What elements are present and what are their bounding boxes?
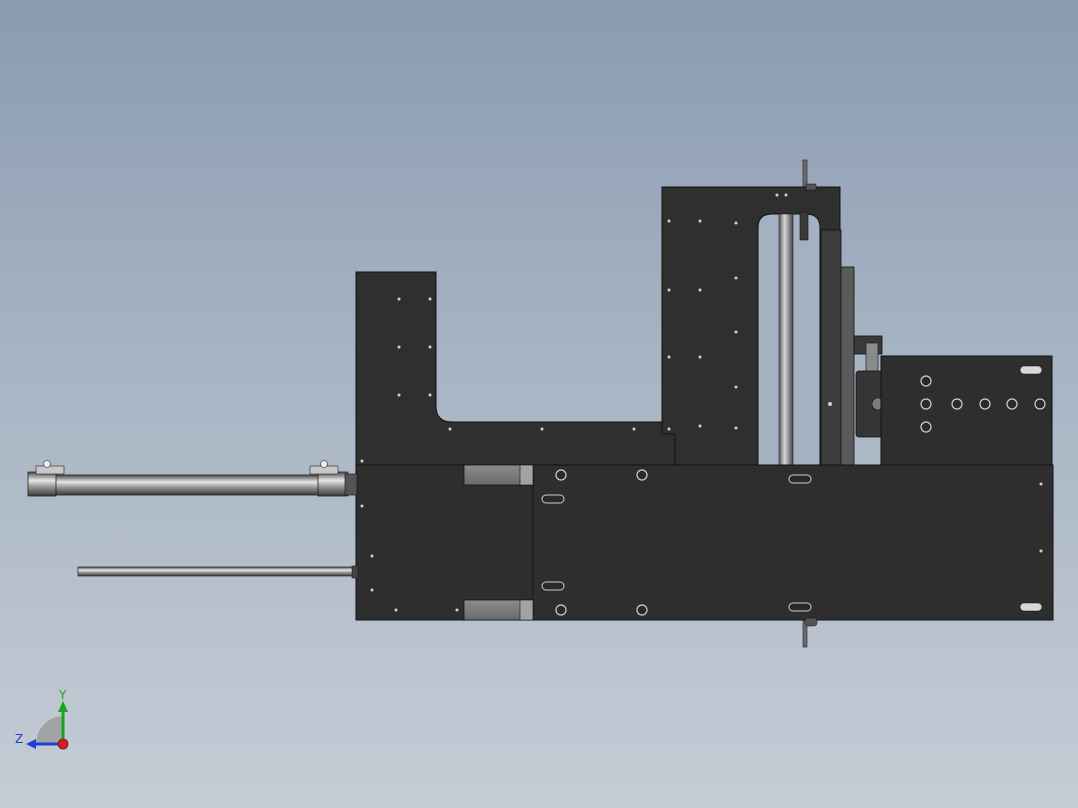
right-mounting-plate[interactable] <box>880 355 1053 467</box>
inner-guide-rod <box>778 213 794 466</box>
x-axis-dot <box>57 738 69 750</box>
rod-clamp-bottom <box>804 617 818 627</box>
air-fitting-left <box>35 460 65 475</box>
air-fitting-right <box>309 460 339 475</box>
z-axis-label: Z <box>15 732 23 746</box>
side-plate-strip[interactable] <box>839 266 855 466</box>
cylinder-end-cap-left <box>27 471 57 497</box>
motor-mount[interactable] <box>853 335 885 438</box>
z-axis-arrow <box>26 739 36 749</box>
left-u-frame[interactable] <box>355 271 676 466</box>
pneumatic-cylinder[interactable] <box>27 460 358 497</box>
y-axis-label: Y <box>58 688 67 702</box>
side-plate-inner <box>820 229 842 466</box>
main-base-plate[interactable] <box>355 464 1054 621</box>
cylinder-end-cap-right <box>317 471 349 497</box>
upper-right-frame[interactable] <box>661 183 841 466</box>
machine-assembly[interactable] <box>27 159 1054 648</box>
base-slot-right <box>1019 602 1043 612</box>
rod-bracket <box>799 211 809 241</box>
coordinate-triad: Y Z <box>15 688 69 750</box>
triad-arc <box>35 716 63 744</box>
rod-clamp-top <box>805 183 817 191</box>
mounting-slot <box>1019 365 1043 375</box>
y-axis-arrow <box>58 701 68 712</box>
cad-model-viewport[interactable]: Y Z <box>0 0 1078 808</box>
linear-guide-rod[interactable] <box>77 566 357 577</box>
